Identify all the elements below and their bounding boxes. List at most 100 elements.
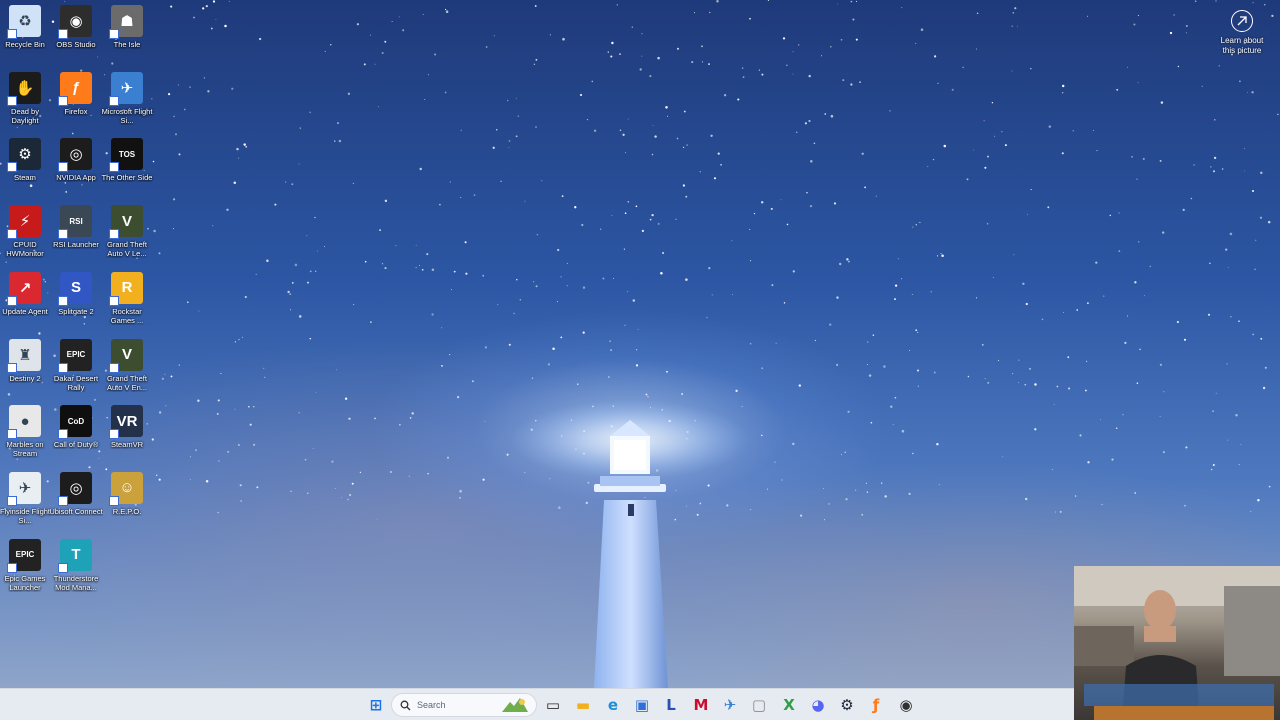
taskbar-discord-icon[interactable]: ◕ (808, 695, 828, 715)
desktop-icon-label: Rockstar Games ... (110, 306, 144, 325)
taskbar-search-box[interactable]: Search (391, 693, 537, 717)
desktop-icon-label: Update Agent (2, 306, 48, 316)
desktop-icon[interactable]: ƒ Firefox (51, 71, 101, 136)
desktop-icon-label: Dakar Desert Rally (53, 373, 99, 392)
desktop-icon[interactable]: ✋ Dead by Daylight (0, 71, 50, 136)
desktop-icon-label: Ubisoft Connect (49, 506, 103, 516)
desktop-icon[interactable]: ◎ NVIDIA App (51, 138, 101, 202)
thunderstore-icon: T (58, 538, 92, 573)
desktop-icon[interactable]: ⚙ Steam (0, 138, 50, 202)
desktop-icon[interactable]: EPIC Epic Games Launcher (0, 538, 50, 603)
rockstar-icon: R (109, 271, 143, 306)
desktop-icon[interactable]: T Thunderstore Mod Mana... (51, 538, 101, 603)
taskbar-mcafee-icon[interactable]: M (691, 695, 711, 715)
desktop-icon-label: Splitgate 2 (58, 306, 94, 316)
desktop-icon-label: R.E.P.O. (112, 506, 142, 516)
desktop-icon-label: NVIDIA App (56, 173, 96, 183)
epic-games-icon: EPIC (58, 338, 92, 373)
desktop-icon-label: RSI Launcher (53, 240, 99, 250)
desktop-icon-label: Call of Duty® (53, 440, 99, 450)
flight-simulator-icon: ✈ (109, 71, 143, 106)
app-icon: ▢ (751, 696, 767, 714)
recycle-bin-icon: ♻ (7, 5, 41, 39)
desktop-icon[interactable]: ◉ OBS Studio (51, 5, 101, 69)
taskbar-file-explorer-icon[interactable]: ▬ (573, 695, 593, 715)
xbox-icon: X (783, 696, 795, 714)
taskbar-steam-icon[interactable]: ⚙ (837, 695, 857, 715)
taskbar-task-view-icon[interactable]: ▭ (543, 695, 563, 715)
desktop-icon-label: Firefox (64, 106, 88, 116)
desktop-icon[interactable]: R Rockstar Games ... (102, 271, 152, 336)
edge-icon: e (607, 696, 619, 714)
desktop-icon[interactable]: CoD Call of Duty® (51, 405, 101, 469)
desktop-icon[interactable]: V Grand Theft Auto V En... (102, 338, 152, 403)
search-placeholder: Search (417, 700, 446, 710)
desktop-icon-label: Grand Theft Auto V Le... (107, 240, 147, 259)
flyinside-icon: ✈ (7, 471, 41, 506)
nvidia-icon: ◎ (58, 138, 92, 173)
taskbar-flight-simulator-icon[interactable]: ✈ (720, 695, 740, 715)
call-of-duty-icon: CoD (58, 405, 92, 440)
taskbar-lexicon-icon[interactable]: L (661, 695, 681, 715)
desktop-icon-label: Steam (14, 173, 36, 183)
desktop-icon[interactable]: RSI RSI Launcher (51, 205, 101, 269)
taskbar-edge-icon[interactable]: e (603, 695, 623, 715)
taskbar-firefox-icon[interactable]: ƒ (866, 695, 886, 715)
firefox-icon: ƒ (872, 696, 880, 714)
desktop-icon-label: Recycle Bin (5, 40, 45, 49)
lexicon-icon: L (666, 696, 676, 714)
desktop-icon[interactable]: VR SteamVR (102, 405, 152, 469)
learn-about-label: Learn about this picture (1220, 36, 1264, 55)
taskbar-xbox-icon[interactable]: X (779, 695, 799, 715)
taskbar-store-icon[interactable]: ▣ (632, 695, 652, 715)
repo-icon: ☺ (109, 471, 143, 506)
obs-icon: ◉ (58, 5, 92, 39)
desktop-icon[interactable]: ☗ The Isle (102, 5, 152, 69)
task-view-icon: ▭ (545, 696, 561, 714)
desktop-icon-label: Marbles on Stream (6, 440, 44, 459)
update-agent-icon: ↗ (7, 271, 41, 306)
desktop-icon[interactable]: ✈ Microsoft Flight Si... (102, 71, 152, 136)
webcam-person (1074, 566, 1280, 720)
search-icon (400, 700, 411, 710)
taskbar-app-icon[interactable]: ▢ (749, 695, 769, 715)
learn-about-picture[interactable]: Learn about this picture (1214, 10, 1270, 56)
desktop-icon-label: Thunderstore Mod Mana... (53, 573, 99, 592)
firefox-icon: ƒ (58, 71, 92, 106)
file-explorer-icon: ▬ (575, 696, 591, 714)
desktop-icon-label: Dead by Daylight (11, 106, 39, 125)
gta-v-icon: V (109, 205, 143, 240)
search-highlight-icon (502, 698, 528, 712)
desktop-icon[interactable]: ☺ R.E.P.O. (102, 471, 152, 536)
desktop-icon-label: Epic Games Launcher (4, 573, 46, 592)
desktop-icon[interactable]: ✈ Flyinside Flight Si... (0, 471, 50, 536)
desktop-icon-label: Grand Theft Auto V En... (106, 373, 148, 392)
rsi-icon: RSI (58, 205, 92, 240)
steamvr-icon: VR (109, 405, 143, 440)
desktop-icon-label: OBS Studio (56, 40, 96, 49)
desktop-icon[interactable]: S Splitgate 2 (51, 271, 101, 336)
taskbar-start-icon[interactable]: ⊞ (366, 695, 386, 715)
desktop-icon[interactable]: ♜ Destiny 2 (0, 338, 50, 403)
obs-icon: ◉ (899, 696, 913, 714)
desktop-icon[interactable]: ↗ Update Agent (0, 271, 50, 336)
desktop-icon-label: The Isle (113, 40, 141, 49)
ubisoft-icon: ◎ (58, 471, 92, 506)
desktop-icon[interactable]: ♻ Recycle Bin (0, 5, 50, 69)
flight-simulator-icon: ✈ (723, 696, 737, 714)
desktop-icon[interactable]: V Grand Theft Auto V Le... (102, 205, 152, 269)
taskbar-obs-icon[interactable]: ◉ (896, 695, 916, 715)
splitgate-icon: S (58, 271, 92, 306)
the-isle-icon: ☗ (109, 5, 143, 39)
dead-by-daylight-icon: ✋ (7, 71, 41, 106)
desktop-icon[interactable]: ● Marbles on Stream (0, 405, 50, 469)
desktop-icon[interactable]: ◎ Ubisoft Connect (49, 471, 103, 536)
destiny-icon: ♜ (7, 338, 41, 373)
desktop-icon[interactable]: TOS The Other Side (102, 138, 152, 202)
taskbar: Search ⊞ ▭ ▬ e ▣ L M ✈ ▢ X ◕ ⚙ ƒ ◉ (0, 688, 1074, 720)
desktop-icon[interactable]: ⚡ CPUID HWMonitor (0, 205, 50, 269)
desktop-icon[interactable]: EPIC Dakar Desert Rally (51, 338, 101, 403)
steam-icon: ⚙ (7, 138, 41, 173)
discord-icon: ◕ (811, 696, 825, 714)
steam-icon: ⚙ (840, 696, 854, 714)
